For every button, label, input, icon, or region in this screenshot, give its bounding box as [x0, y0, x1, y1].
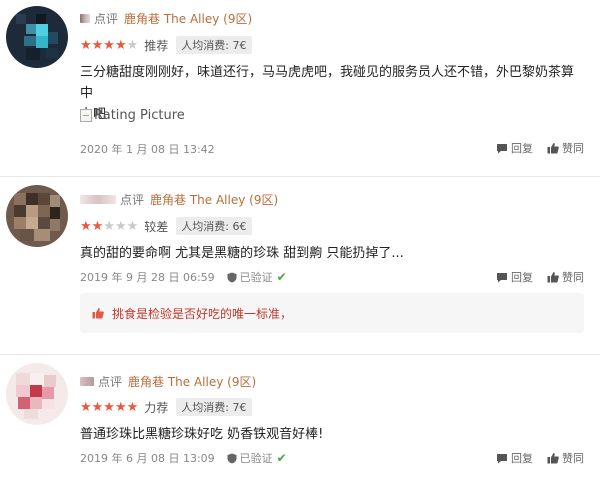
review-label: 点评 — [94, 12, 119, 26]
star-rating: ★★★★★ — [80, 37, 139, 53]
avatar[interactable] — [6, 185, 68, 247]
shop-name-link[interactable]: 鹿角巷 The Alley (9区) — [150, 191, 278, 208]
thumbs-up-icon — [547, 272, 559, 283]
comment-icon — [497, 272, 507, 282]
review-footer: 2020 年 1 月 08 日 13:42 — [80, 141, 215, 157]
avatar[interactable] — [6, 6, 68, 68]
review-item: 点评 鹿角巷 The Alley (9区) ★★★★★ 推荐 人均消费: 7€ … — [0, 0, 600, 175]
review-footer: 2019 年 6 月 08 日 13:09 已验证 ✔ — [80, 450, 287, 466]
review-actions: 回复 赞同 — [482, 450, 584, 466]
thumbs-up-icon — [547, 143, 559, 154]
shop-reply-text: 挑食是检验是否好吃的唯一标准， — [112, 306, 293, 321]
check-icon: ✔ — [276, 451, 287, 465]
rating-word: 力荐 — [144, 400, 169, 415]
picture-alt-text: Rating Picture — [94, 108, 185, 123]
thumbs-up-icon — [547, 453, 559, 464]
username-blurred[interactable] — [80, 377, 94, 386]
review-date: 2019 年 9 月 28 日 06:59 — [80, 271, 215, 284]
review-label: 点评 — [120, 193, 145, 207]
rating-word: 推荐 — [144, 38, 169, 53]
star-rating: ★★★★★ — [80, 399, 139, 415]
rating-row: ★★★★★ 力荐 人均消费: 7€ — [80, 398, 252, 416]
review-actions: 回复 赞同 — [482, 269, 584, 285]
review-item: 点评 鹿角巷 The Alley (9区) ★★★★★ 较差 人均消费: 6€ … — [0, 177, 600, 352]
rating-row: ★★★★★ 推荐 人均消费: 7€ — [80, 36, 252, 54]
price-badge: 人均消费: 7€ — [176, 398, 252, 416]
review-label: 点评 — [98, 375, 123, 389]
shop-name-link[interactable]: 鹿角巷 The Alley (9区) — [124, 10, 252, 27]
verified-status: 已验证 ✔ — [227, 450, 287, 466]
rating-row: ★★★★★ 较差 人均消费: 6€ — [80, 217, 252, 235]
verified-status: 已验证 ✔ — [227, 269, 287, 285]
price-badge: 人均消费: 6€ — [176, 217, 252, 235]
reply-button[interactable]: 回复 — [496, 140, 533, 156]
shield-icon — [227, 453, 237, 463]
review-footer: 2019 年 9 月 28 日 06:59 已验证 ✔ — [80, 269, 287, 285]
review-text: 普通珍珠比黑糖珍珠好吃 奶香铁观音好棒! — [80, 427, 324, 442]
like-button[interactable]: 赞同 — [547, 140, 584, 156]
review-item: 点评 鹿角巷 The Alley (9区) ★★★★★ 力荐 人均消费: 7€ … — [0, 355, 600, 482]
comment-icon — [497, 453, 507, 463]
review-date: 2020 年 1 月 08 日 13:42 — [80, 143, 215, 156]
review-meta: 点评 鹿角巷 The Alley (9区) — [80, 373, 256, 390]
review-date: 2019 年 6 月 08 日 13:09 — [80, 452, 215, 465]
like-button[interactable]: 赞同 — [547, 269, 584, 285]
reply-button[interactable]: 回复 — [496, 450, 533, 466]
rating-word: 较差 — [144, 219, 169, 234]
thumbs-up-icon — [92, 308, 104, 319]
star-rating: ★★★★★ — [80, 218, 139, 234]
review-picture[interactable]: Rating Picture — [80, 108, 185, 123]
check-icon: ✔ — [276, 270, 287, 284]
username-blurred[interactable] — [80, 14, 90, 23]
shop-reply: 挑食是检验是否好吃的唯一标准， — [80, 293, 584, 333]
review-actions: 回复 赞同 — [482, 140, 584, 156]
comment-icon — [497, 143, 507, 153]
broken-image-icon — [80, 109, 92, 122]
review-meta: 点评 鹿角巷 The Alley (9区) — [80, 10, 252, 27]
shop-name-link[interactable]: 鹿角巷 The Alley (9区) — [128, 373, 256, 390]
avatar[interactable] — [6, 363, 68, 425]
shield-icon — [227, 272, 237, 282]
reply-button[interactable]: 回复 — [496, 269, 533, 285]
username-blurred[interactable] — [80, 195, 116, 204]
like-button[interactable]: 赞同 — [547, 450, 584, 466]
review-meta: 点评 鹿角巷 The Alley (9区) — [80, 191, 278, 208]
review-text: 真的甜的要命啊 尤其是黑糖的珍珠 甜到齁 只能扔掉了... — [80, 246, 404, 261]
price-badge: 人均消费: 7€ — [176, 36, 252, 54]
